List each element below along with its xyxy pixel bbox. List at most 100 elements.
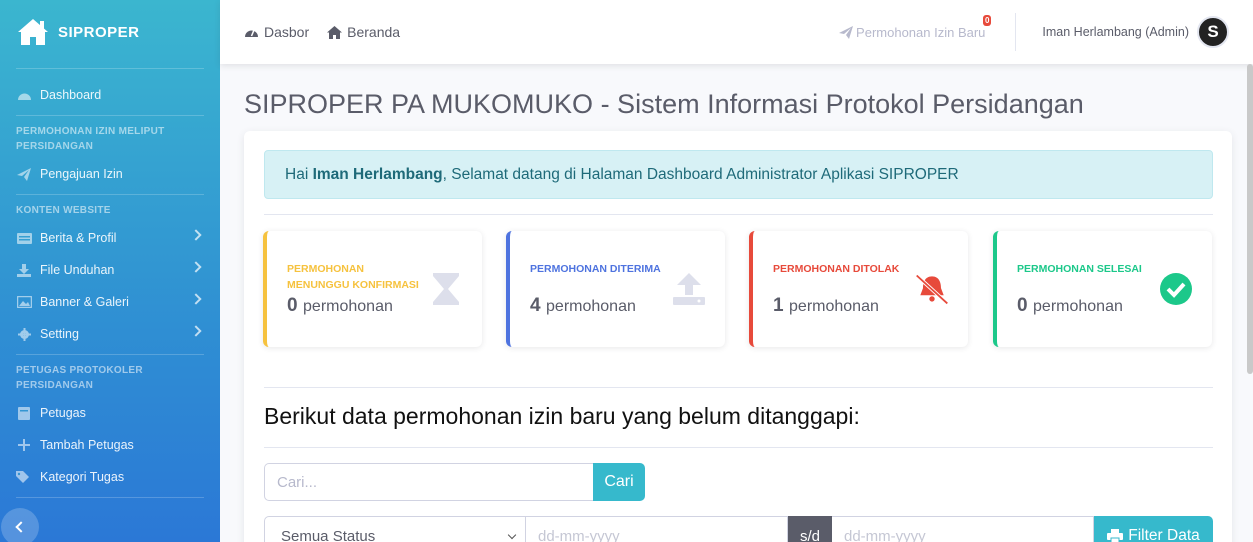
stat-unit: permohonan	[303, 298, 393, 315]
sidebar-item-label: Tambah Petugas	[40, 438, 134, 452]
search-input[interactable]: Cari...	[264, 463, 594, 501]
download-icon	[16, 263, 32, 277]
sidebar-item-label: Setting	[40, 327, 79, 341]
stat-unit: permohonan	[1033, 298, 1123, 315]
sidebar-item-file-unduhan[interactable]: File Unduhan	[0, 254, 220, 286]
home-icon	[18, 19, 48, 45]
check-circle-icon	[1158, 271, 1194, 307]
stat-count: 1	[773, 295, 784, 316]
date-to-input[interactable]: dd-mm-yyyy	[832, 516, 1094, 542]
sidebar-item-banner-galeri[interactable]: Banner & Galeri	[0, 286, 220, 318]
stat-count: 4	[530, 295, 541, 316]
sidebar-item-tambah-petugas[interactable]: Tambah Petugas	[0, 429, 220, 461]
sidebar-item-label: Dashboard	[40, 88, 102, 102]
alert-prefix: Hai	[285, 165, 313, 183]
image-icon	[16, 295, 32, 309]
sidebar: SIPROPER Dashboard PERMOHONAN IZIN MELIP…	[0, 0, 220, 542]
topbar-right: Permohonan Izin Baru 0 Iman Herlambang (…	[839, 0, 1253, 64]
avatar[interactable]: S	[1197, 16, 1229, 48]
topbar-beranda-label: Beranda	[347, 24, 401, 40]
stat-unit: permohonan	[789, 298, 879, 315]
paper-plane-icon	[839, 25, 854, 39]
topbar-divider	[1015, 13, 1017, 51]
topbar-dasbor-label: Dasbor	[264, 24, 310, 40]
sidebar-divider	[16, 68, 204, 69]
sidebar-divider	[16, 497, 204, 498]
stat-label: PERMOHONAN DITERIMA	[530, 263, 661, 275]
user-name[interactable]: Iman Herlambang (Admin)	[1042, 25, 1189, 39]
page-title: SIPROPER PA MUKOMUKO - Sistem Informasi …	[244, 89, 1084, 119]
gear-icon	[16, 327, 32, 341]
sidebar-item-label: Banner & Galeri	[40, 295, 129, 309]
stat-count: 0	[287, 295, 298, 316]
divider	[264, 214, 1213, 215]
brand[interactable]: SIPROPER	[0, 0, 220, 64]
stat-card-rejected[interactable]: PERMOHONAN DITOLAK 1 permohonan	[749, 231, 968, 347]
sidebar-heading: PETUGAS PROTOKOLER PERSIDANGAN	[16, 365, 143, 391]
sidebar-toggle-button[interactable]	[1, 508, 39, 542]
stat-card-finished[interactable]: PERMOHONAN SELESAI 0 permohonan	[993, 231, 1212, 347]
stat-card-pending[interactable]: PERMOHONAN MENUNGGU KONFIRMASI 0 permoho…	[263, 231, 482, 347]
divider	[264, 387, 1213, 388]
filter-button-label: Filter Data	[1128, 527, 1200, 542]
search-button[interactable]: Cari	[593, 463, 645, 501]
sidebar-item-berita-profil[interactable]: Berita & Profil	[0, 222, 220, 254]
print-icon	[1107, 529, 1124, 542]
divider	[264, 447, 1213, 448]
stat-unit: permohonan	[546, 298, 636, 315]
date-from-input[interactable]: dd-mm-yyyy	[526, 516, 788, 542]
stat-value: 1 permohonan	[773, 295, 879, 317]
stat-card-accepted[interactable]: PERMOHONAN DITERIMA 4 permohonan	[506, 231, 725, 347]
notification-badge: 0	[982, 14, 992, 26]
topbar-dasbor-link[interactable]: Dasbor	[244, 24, 309, 40]
date-separator: s/d	[788, 516, 832, 542]
sidebar-item-petugas[interactable]: Petugas	[0, 397, 220, 429]
sidebar-item-label: File Unduhan	[40, 263, 115, 277]
stat-value: 4 permohonan	[530, 295, 636, 317]
bell-slash-icon	[914, 271, 950, 307]
page-scrollbar[interactable]	[1247, 64, 1253, 374]
section-title: Berikut data permohonan izin baru yang b…	[264, 403, 860, 429]
chevron-right-icon	[190, 293, 202, 305]
chevron-right-icon	[190, 261, 202, 273]
tags-icon	[16, 470, 32, 484]
tachometer-icon	[245, 29, 258, 37]
stat-label: PERMOHONAN SELESAI	[1017, 263, 1142, 275]
sidebar-heading: PERMOHONAN IZIN MELIPUT PERSIDANGAN	[16, 126, 165, 152]
newspaper-icon	[16, 231, 32, 245]
welcome-alert: Hai Iman Herlambang, Selamat datang di H…	[264, 150, 1213, 199]
stat-label: PERMOHONAN MENUNGGU KONFIRMASI	[287, 263, 419, 291]
upload-icon	[671, 271, 707, 307]
alert-user-name: Iman Herlambang	[312, 165, 443, 183]
alert-message: , Selamat datang di Halaman Dashboard Ad…	[442, 165, 959, 183]
paper-plane-icon	[16, 167, 32, 181]
hourglass-icon	[428, 271, 464, 307]
dashboard-card: Hai Iman Herlambang, Selamat datang di H…	[244, 131, 1232, 542]
sidebar-item-setting[interactable]: Setting	[0, 318, 220, 350]
plus-icon	[16, 438, 32, 452]
tachometer-icon	[16, 88, 32, 102]
chevron-right-icon	[190, 325, 202, 337]
topbar-beranda-link[interactable]: Beranda	[327, 24, 400, 40]
sidebar-item-label: Berita & Profil	[40, 231, 117, 245]
book-icon	[16, 406, 32, 420]
stat-count: 0	[1017, 295, 1028, 316]
sidebar-item-kategori-tugas[interactable]: Kategori Tugas	[0, 461, 220, 493]
filter-button[interactable]: Filter Data	[1094, 516, 1213, 542]
stat-value: 0 permohonan	[1017, 295, 1123, 317]
filter-row: Semua Status dd-mm-yyyy s/d dd-mm-yyyy F…	[264, 516, 1213, 542]
sidebar-heading: KONTEN WEBSITE	[16, 205, 111, 216]
home-icon	[327, 25, 343, 39]
stat-label: PERMOHONAN DITOLAK	[773, 263, 900, 275]
new-request-link[interactable]: Permohonan Izin Baru 0	[839, 14, 992, 40]
status-select[interactable]: Semua Status	[264, 516, 526, 542]
sidebar-item-pengajuan-izin[interactable]: Pengajuan Izin	[0, 158, 220, 190]
sidebar-item-dashboard[interactable]: Dashboard	[0, 79, 220, 111]
stat-value: 0 permohonan	[287, 295, 393, 317]
brand-name: SIPROPER	[58, 23, 140, 41]
sidebar-item-label: Petugas	[40, 406, 86, 420]
sidebar-item-label: Kategori Tugas	[40, 470, 125, 484]
new-request-label: Permohonan Izin Baru	[856, 24, 986, 40]
sidebar-item-label: Pengajuan Izin	[40, 167, 123, 181]
topbar: Dasbor Beranda Permohonan Izin Baru 0 Im…	[220, 0, 1253, 64]
